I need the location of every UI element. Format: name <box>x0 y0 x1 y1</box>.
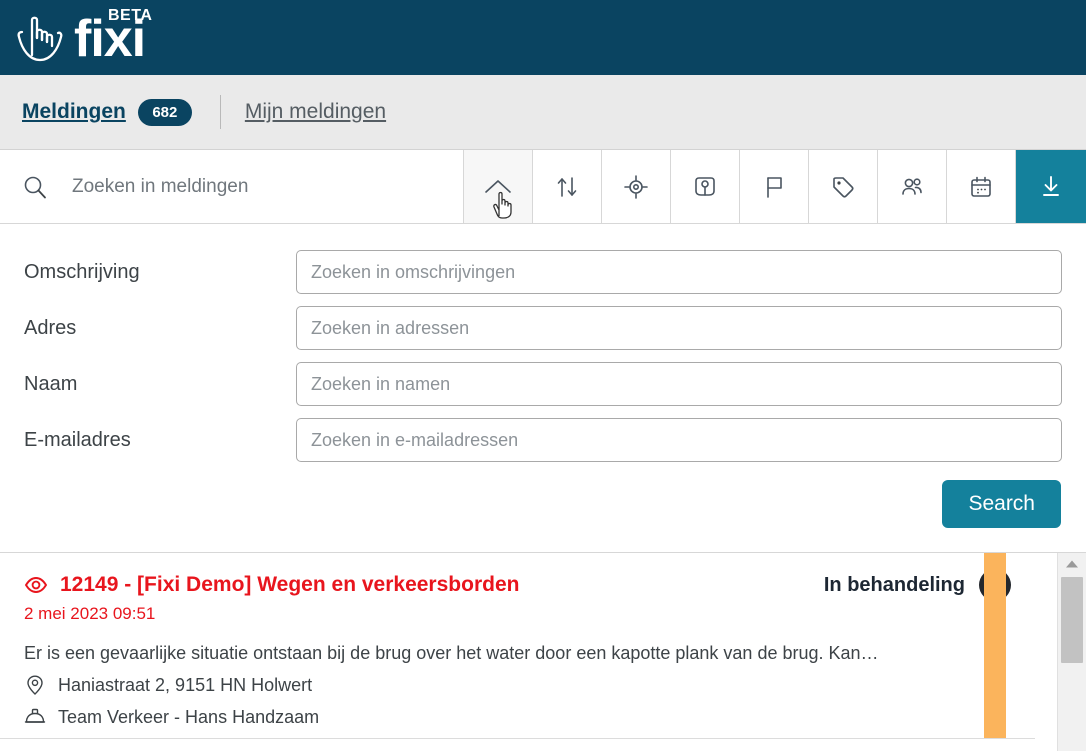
chevron-up-icon <box>485 179 511 193</box>
scrollbar-thumb[interactable] <box>1061 577 1083 663</box>
filter-label-naam: Naam <box>24 372 78 395</box>
search-submit-button[interactable]: Search <box>942 480 1061 528</box>
results-list: 12149 - [Fixi Demo] Wegen en verkeersbor… <box>0 553 1086 751</box>
search-input[interactable] <box>70 174 463 199</box>
filter-input-naam[interactable] <box>296 362 1062 406</box>
hard-hat-icon <box>24 708 46 723</box>
result-team-row: Team Verkeer - Hans Handzaam <box>24 706 1011 728</box>
caret-up-icon <box>1066 560 1078 568</box>
sort-arrows-icon <box>557 176 577 197</box>
search-field[interactable] <box>0 150 464 223</box>
result-description: Er is een gevaarlijke situatie ontstaan … <box>24 643 879 663</box>
meldingen-count-badge: 682 <box>137 98 192 126</box>
filter-input-omschrijving[interactable] <box>296 250 1062 294</box>
filter-label-emailadres: E-mailadres <box>24 428 131 451</box>
scroll-up-button[interactable] <box>1058 553 1086 575</box>
sort-button[interactable] <box>533 150 602 223</box>
tag-icon <box>833 176 854 198</box>
app-header: BETA fixi <box>0 0 1086 75</box>
filter-row-emailadres: E-mailadres <box>24 418 1062 462</box>
people-icon <box>902 177 922 195</box>
filter-input-adres[interactable] <box>296 306 1062 350</box>
collapse-filters-button[interactable] <box>464 150 533 223</box>
nav-separator <box>219 95 221 129</box>
beta-badge: BETA <box>108 6 153 24</box>
calendar-icon <box>971 176 991 197</box>
locate-button[interactable] <box>602 150 671 223</box>
download-button[interactable] <box>1016 150 1086 223</box>
filter-label-adres: Adres <box>24 316 77 339</box>
result-header: 12149 - [Fixi Demo] Wegen en verkeersbor… <box>24 569 1011 601</box>
search-icon <box>24 176 46 198</box>
result-address: Haniastraat 2, 9151 HN Holwert <box>58 674 313 695</box>
filter-row-naam: Naam <box>24 362 1062 406</box>
download-icon <box>1043 175 1059 196</box>
results-scrollbar[interactable] <box>1057 553 1086 751</box>
list-item[interactable]: 12149 - [Fixi Demo] Wegen en verkeersbor… <box>0 553 1035 739</box>
tag-button[interactable] <box>809 150 878 223</box>
date-button[interactable] <box>947 150 1016 223</box>
nav-item-meldingen[interactable]: Meldingen <box>22 100 126 124</box>
main-navigation: Meldingen 682 Mijn meldingen <box>0 75 1086 150</box>
result-title[interactable]: 12149 - [Fixi Demo] Wegen en verkeersbor… <box>60 573 519 597</box>
filter-input-emailadres[interactable] <box>296 418 1062 462</box>
status-badge: In behandeling <box>823 573 965 596</box>
result-status-group: In behandeling ••• <box>824 569 1011 601</box>
filter-row-adres: Adres <box>24 306 1062 350</box>
map-pin-icon <box>27 675 43 695</box>
result-address-row: Haniastraat 2, 9151 HN Holwert <box>24 674 1011 696</box>
area-button[interactable] <box>671 150 740 223</box>
hand-pointing-icon <box>17 16 63 62</box>
assignee-button[interactable] <box>878 150 947 223</box>
result-date: 2 mei 2023 09:51 <box>24 604 156 623</box>
filter-actions: Search <box>24 480 1062 528</box>
search-toolbar <box>0 150 1086 224</box>
crosshair-icon <box>624 174 648 199</box>
fixi-application: BETA fixi Meldingen 682 Mijn meldingen Z… <box>0 0 1086 751</box>
brand-logo[interactable]: BETA fixi <box>16 7 152 65</box>
nav-item-mijn-meldingen[interactable]: Mijn meldingen <box>245 100 386 124</box>
flag-icon <box>767 176 782 198</box>
result-team: Team Verkeer - Hans Handzaam <box>58 706 320 727</box>
filter-row-omschrijving: Omschrijving <box>24 250 1062 294</box>
eye-icon <box>24 577 48 593</box>
brand-text: BETA fixi <box>74 7 152 65</box>
advanced-filter-panel: Omschrijving Adres Naam E-mailadres Sear… <box>0 224 1086 553</box>
map-pin-square-icon <box>695 176 715 196</box>
filter-label-omschrijving: Omschrijving <box>24 260 140 283</box>
status-color-strip <box>984 553 1006 738</box>
flag-button[interactable] <box>740 150 809 223</box>
